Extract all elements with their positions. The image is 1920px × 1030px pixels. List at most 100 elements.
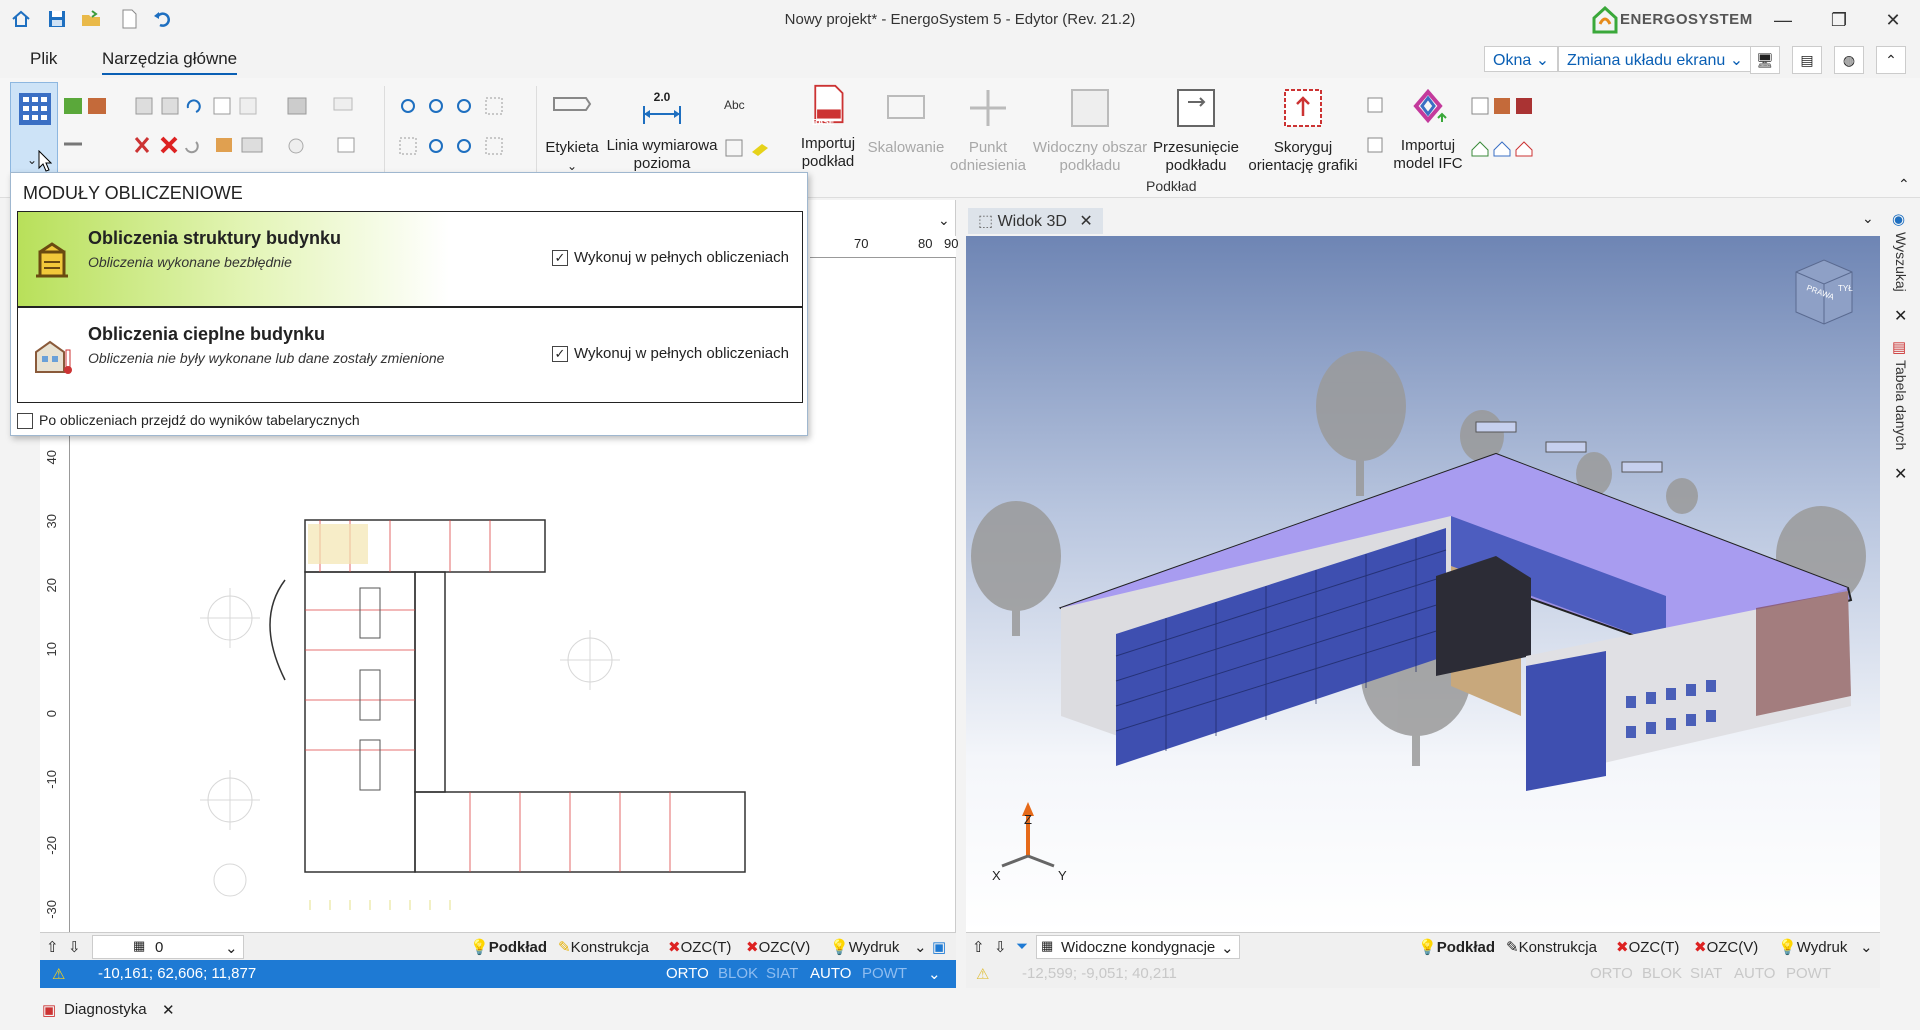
move-base-button[interactable]: Przesunięcie podkładu — [1150, 88, 1242, 175]
import-ifc-label: Importuj model IFC — [1393, 137, 1463, 172]
scaling-label: Skalowanie — [867, 139, 945, 156]
module-row-thermal[interactable]: Obliczenia cieplne budynku Obliczenia ni… — [17, 307, 803, 403]
mode-orto[interactable]: ORTO — [1590, 965, 1633, 982]
tab-plik[interactable]: Plik — [30, 49, 57, 69]
layer-wydruk[interactable]: 💡Wydruk — [830, 938, 899, 956]
level-icon: ▦ — [133, 938, 146, 953]
import-ifc-button[interactable]: Importuj model IFC — [1388, 86, 1468, 173]
close-icon[interactable]: ✕ — [1894, 306, 1907, 326]
layer-label: Konstrukcja — [570, 939, 649, 956]
layer-konstrukcja[interactable]: ✎Konstrukcja — [1506, 938, 1597, 956]
filter-icon[interactable]: ⏷ — [1016, 938, 1028, 955]
label-button[interactable]: Etykieta ⌄ — [540, 88, 604, 175]
chevron-up-icon[interactable]: ⌃ — [1898, 176, 1910, 193]
mode-auto[interactable]: AUTO — [1734, 965, 1775, 982]
visible-base-area-button[interactable]: Widoczny obszar podkładu — [1030, 88, 1150, 175]
diagnostics-tab[interactable]: ▣ Diagnostyka ✕ — [40, 998, 180, 1024]
close-icon[interactable]: ✕ — [162, 1001, 175, 1019]
tab-narzedzia-glowne[interactable]: Narzędzia główne — [102, 49, 238, 75]
side-panel-data-table[interactable]: ▤ Tabela danych ✕ — [1884, 336, 1918, 486]
chevron-down-icon[interactable]: ⌄ — [1862, 210, 1874, 227]
correct-orientation-button[interactable]: Skoryguj orientację grafiki — [1242, 88, 1364, 175]
screen-icon[interactable]: 🖥 — [1750, 46, 1780, 74]
layer-konstrukcja[interactable]: ✎Konstrukcja — [558, 938, 649, 956]
close-icon[interactable]: ✕ — [1894, 464, 1907, 484]
left-ruler: 40 30 20 10 0 -10 -20 -30 — [40, 436, 70, 932]
view-cube-face-back[interactable]: TYŁ — [1838, 284, 1853, 293]
base-badge: BASE — [812, 118, 835, 127]
ifc-small-tools[interactable] — [1470, 96, 1540, 162]
chevron-down-icon[interactable]: ⌄ — [914, 938, 927, 956]
text-tools-group[interactable]: Abc — [724, 98, 774, 178]
ribbon-divider — [384, 86, 385, 186]
mode-blok[interactable]: BLOK — [718, 965, 758, 982]
maximize-button[interactable]: ❐ — [1824, 8, 1854, 32]
small-grid-tools[interactable] — [1366, 96, 1386, 162]
mode-orto[interactable]: ORTO — [666, 965, 709, 982]
ruler-tick: 30 — [44, 514, 59, 529]
visible-levels-dropdown[interactable]: ▦ Widoczne kondygnacje ⌄ — [1036, 935, 1240, 959]
bulb-icon: 💡 — [1778, 939, 1797, 956]
reference-point-button[interactable]: Punkt odniesienia — [948, 88, 1028, 175]
zoom-tools-group — [396, 96, 526, 166]
mode-siat[interactable]: SIAT — [766, 965, 798, 982]
layout-dropdown-label: Zmiana układu ekranu — [1567, 52, 1726, 69]
horizontal-dimension-button[interactable]: 2.0 Linia wymiarowa pozioma — [604, 88, 720, 173]
layer-ozc-v[interactable]: ✖OZC(V) — [746, 938, 810, 956]
mode-auto[interactable]: AUTO — [810, 965, 851, 982]
full-calc-checkbox[interactable]: ✓ — [552, 346, 568, 362]
module-row-structure[interactable]: Obliczenia struktury budynku Obliczenia … — [17, 211, 803, 307]
layer-ozc-t[interactable]: ✖OZC(T) — [668, 938, 731, 956]
close-icon[interactable]: ✕ — [1079, 213, 1092, 230]
mode-blok[interactable]: BLOK — [1642, 965, 1682, 982]
layer-podklad[interactable]: 💡Podkład — [1418, 938, 1495, 956]
full-calc-checkbox[interactable]: ✓ — [552, 250, 568, 266]
chevron-down-icon[interactable]: ⌄ — [938, 212, 950, 229]
layer-ozc-v[interactable]: ✖OZC(V) — [1694, 938, 1758, 956]
import-base-label: Importuj podkład — [800, 135, 856, 170]
go-to-results-checkbox[interactable] — [17, 413, 33, 429]
layer-wydruk[interactable]: 💡Wydruk — [1778, 938, 1847, 956]
tab-widok-3d[interactable]: ⬚ Widok 3D ✕ — [968, 208, 1103, 234]
ruler-tick: 10 — [44, 642, 59, 657]
layer-ozc-t[interactable]: ✖OZC(T) — [1616, 938, 1679, 956]
view-3d-tabbar: ⬚ Widok 3D ✕ ⌄ — [964, 206, 1884, 236]
mode-powt[interactable]: POWT — [1786, 965, 1831, 982]
chevron-down-icon[interactable]: ⌄ — [1860, 938, 1873, 956]
layout-dropdown[interactable]: Zmiana układu ekranu ⌄ — [1558, 46, 1753, 72]
side-panel-search[interactable]: ◉ Wyszukaj ✕ — [1884, 206, 1918, 326]
monitor-icon[interactable]: ▣ — [932, 938, 946, 956]
windows-dropdown[interactable]: Okna ⌄ — [1484, 46, 1559, 72]
layer-label: Podkład — [1436, 939, 1496, 956]
bulb-icon: 💡 — [830, 939, 849, 956]
ruler-tick: -20 — [44, 836, 59, 855]
scaling-button[interactable]: Skalowanie — [866, 88, 946, 157]
level-selector[interactable]: ▦ 0 ⌄ — [92, 935, 244, 959]
import-base-button[interactable]: BASE Importuj podkład — [790, 84, 866, 171]
view-3d-status-bar: ⇧ ⇩ ⏷ ▦ Widoczne kondygnacje ⌄ 💡Podkład … — [966, 932, 1880, 960]
layer-podklad[interactable]: 💡Podkład — [470, 938, 547, 956]
visible-base-area-label: Widoczny obszar podkładu — [1032, 139, 1148, 174]
mode-siat[interactable]: SIAT — [1690, 965, 1722, 982]
arrow-down-icon[interactable]: ⇩ — [994, 938, 1007, 956]
windows-dropdown-label: Okna — [1493, 52, 1532, 69]
arrow-up-icon[interactable]: ⇧ — [46, 938, 59, 956]
side-panel-search-label: Wyszukaj — [1893, 232, 1909, 292]
arrow-down-icon[interactable]: ⇩ — [68, 938, 81, 956]
arrow-up-icon[interactable]: ⇧ — [972, 938, 985, 956]
reference-point-label: Punkt odniesienia — [950, 139, 1026, 174]
collapse-ribbon-icon[interactable]: ⌃ — [1876, 46, 1906, 74]
bulb-icon: 💡 — [1418, 939, 1437, 956]
layers-icon[interactable]: ▤ — [1792, 46, 1822, 74]
palette-icon[interactable]: ◍ — [1834, 46, 1864, 74]
warning-icon[interactable]: ⚠ — [52, 965, 65, 983]
layer-label: Wydruk — [1796, 939, 1848, 956]
view-3d-canvas[interactable]: PRAWA TYŁ Z X Y — [966, 236, 1880, 932]
warning-icon[interactable]: ⚠ — [976, 965, 989, 983]
minimize-button[interactable]: — — [1768, 8, 1798, 32]
go-to-results-label: Po obliczeniach przejdź do wyników tabel… — [39, 412, 360, 428]
chevron-down-icon: ⌄ — [1729, 52, 1744, 69]
close-button[interactable]: ✕ — [1878, 8, 1908, 32]
mode-powt[interactable]: POWT — [862, 965, 907, 982]
chevron-down-icon[interactable]: ⌄ — [928, 965, 941, 983]
